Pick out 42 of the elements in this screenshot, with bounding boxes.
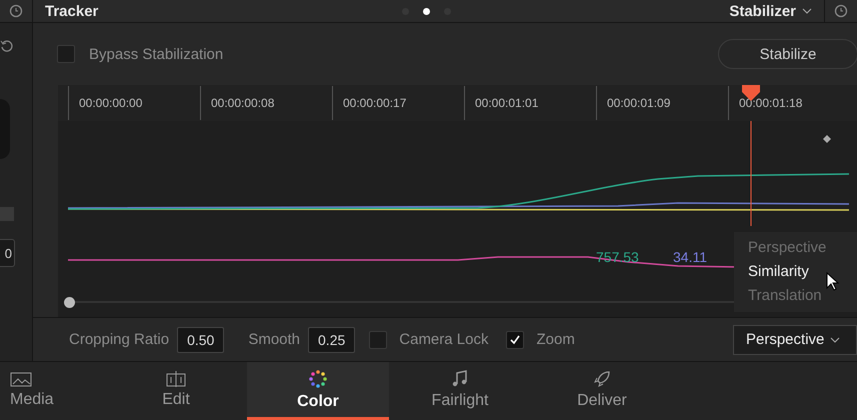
timeline-icon — [165, 370, 187, 386]
panel-title: Tracker — [45, 2, 98, 20]
color-wheel-icon — [308, 368, 328, 388]
checkmark-icon — [509, 334, 522, 346]
field-label: Cropping Ratio — [69, 331, 170, 348]
timecode-label: 00:00:01:09 — [596, 86, 728, 120]
menu-item[interactable]: Similarity — [734, 260, 857, 284]
number-field[interactable]: 0.50 — [177, 326, 224, 352]
mode-select[interactable]: Perspective — [733, 324, 857, 354]
chevron-down-icon — [830, 336, 840, 342]
checkbox[interactable] — [506, 330, 524, 348]
reset-icon[interactable] — [0, 39, 14, 53]
field-label: Smooth — [248, 331, 300, 348]
checkbox[interactable] — [369, 330, 388, 348]
page-tab[interactable]: Color — [247, 362, 389, 420]
checkbox-label: Camera Lock — [399, 331, 488, 348]
page-dot[interactable] — [423, 8, 430, 14]
page-tab[interactable]: Edit — [105, 362, 247, 420]
page-tab[interactable]: Deliver — [531, 362, 673, 420]
music-note-icon — [451, 370, 469, 388]
timecode-label: 00:00:00:08 — [200, 86, 332, 120]
timecode-label: 00:00:00:17 — [332, 86, 464, 120]
chevron-down-icon — [802, 8, 812, 14]
keyframe-icon[interactable] — [823, 135, 831, 143]
value-field[interactable]: 0 — [0, 239, 15, 267]
page-tab[interactable]: Fairlight — [389, 362, 531, 420]
rocket-icon — [593, 370, 611, 388]
checkbox-label: Bypass Stabilization — [89, 46, 224, 62]
image-icon — [10, 370, 32, 386]
bypass-checkbox[interactable] — [57, 45, 75, 63]
mode-dropdown[interactable]: Stabilizer — [725, 2, 816, 20]
curve-value: 34.11 — [673, 249, 707, 265]
clock-icon — [9, 4, 23, 18]
page-tab[interactable]: Media — [0, 362, 105, 420]
checkbox-label: Zoom — [536, 331, 575, 348]
scroll-handle[interactable] — [64, 297, 75, 308]
timecode-label: 00:00:00:00 — [68, 86, 200, 120]
clock-icon — [834, 4, 848, 18]
pointer-icon — [826, 272, 840, 292]
timecode-label: 00:00:01:01 — [464, 86, 596, 120]
number-field[interactable]: 0.25 — [308, 326, 356, 352]
stabilize-button[interactable]: Stabilize — [718, 39, 857, 69]
